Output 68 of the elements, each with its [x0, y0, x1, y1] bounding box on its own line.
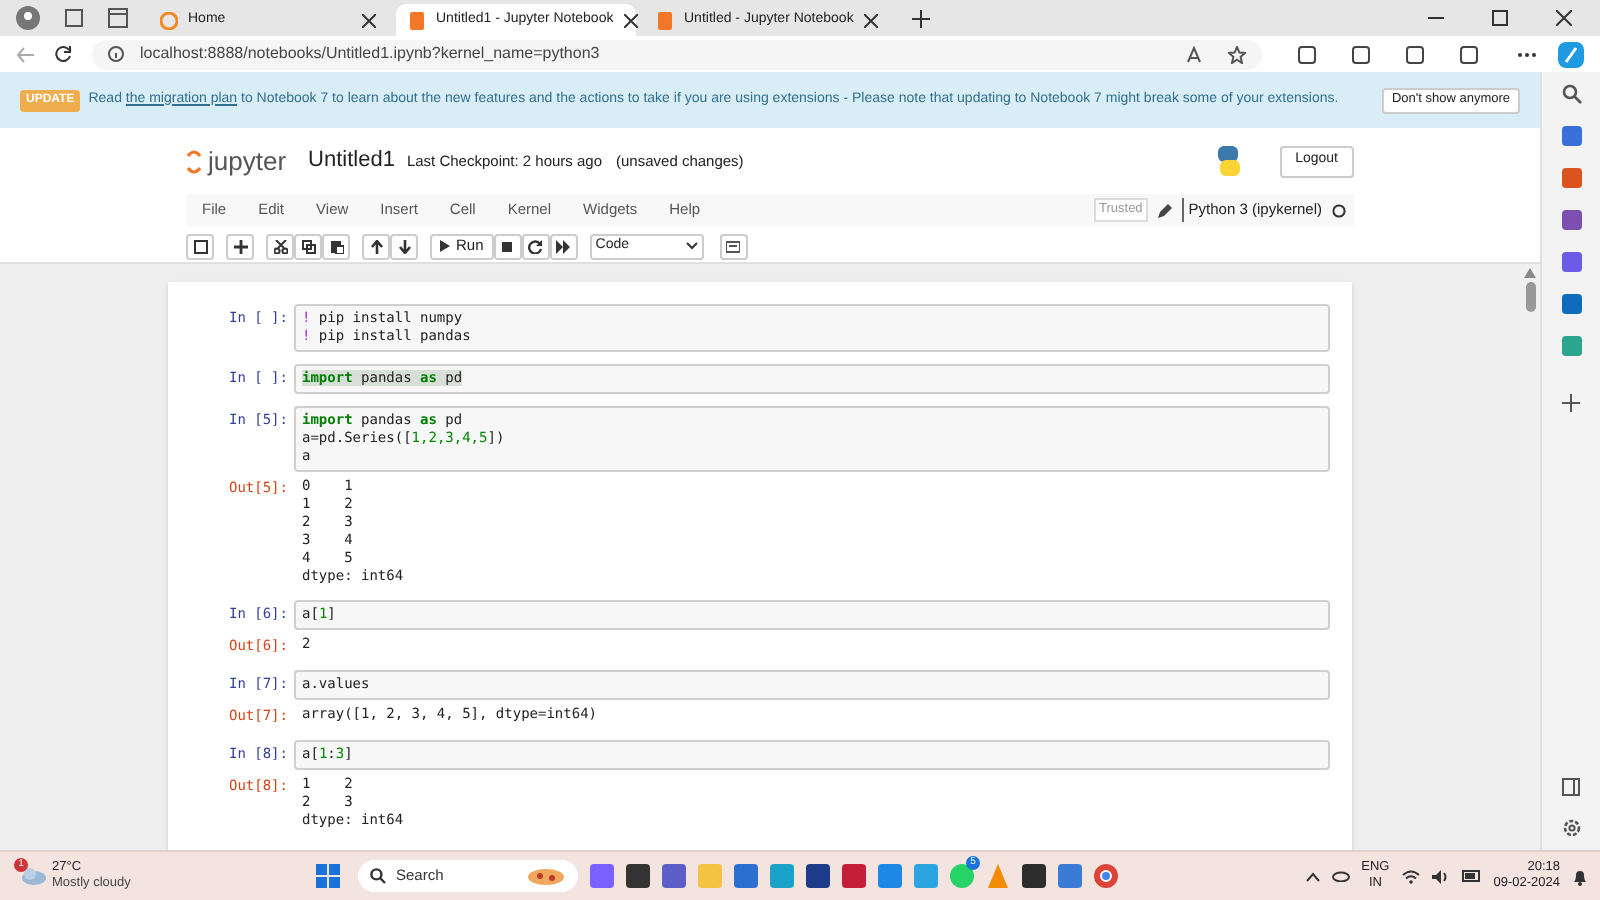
read-aloud-icon[interactable]: [1186, 45, 1204, 63]
copy-button[interactable]: [294, 233, 322, 259]
keyboard-button[interactable]: [719, 233, 748, 259]
bell-icon[interactable]: [1572, 867, 1588, 885]
favorites-icon[interactable]: [1352, 45, 1370, 63]
close-icon[interactable]: [362, 13, 376, 27]
star-icon[interactable]: [1228, 45, 1246, 63]
cloud-icon[interactable]: [20, 866, 46, 886]
add-cell-button[interactable]: [226, 233, 254, 259]
play-icon: [440, 240, 450, 252]
close-icon[interactable]: [1556, 10, 1572, 26]
move-down-icon: [397, 239, 411, 253]
restart-button[interactable]: [521, 233, 550, 259]
notebook-icon: [656, 11, 674, 29]
fast-forward-button[interactable]: [549, 233, 578, 259]
scroll-up-icon[interactable]: [1524, 268, 1536, 278]
scroll-thumb[interactable]: [1525, 282, 1535, 312]
chevron-up-icon[interactable]: [1305, 871, 1320, 881]
move-down-button[interactable]: [390, 233, 418, 259]
python-icon: [1213, 146, 1244, 176]
move-up-icon: [369, 239, 383, 253]
windows-start-icon[interactable]: [316, 864, 340, 888]
pizza-icon: [526, 867, 566, 885]
keyboard-icon: [726, 239, 741, 253]
profile-icon[interactable]: [16, 6, 40, 30]
close-icon[interactable]: [863, 13, 878, 27]
fast-forward-icon: [556, 239, 571, 253]
edge-icon: [160, 11, 178, 29]
maximize-icon[interactable]: [1492, 10, 1508, 26]
copilot-icon[interactable]: [1558, 41, 1584, 67]
new-tab-icon[interactable]: [912, 10, 930, 28]
save-button[interactable]: [186, 233, 214, 259]
paste-icon: [329, 239, 343, 253]
search-icon[interactable]: [1561, 84, 1581, 104]
performance-icon[interactable]: [1460, 45, 1478, 63]
pencil-icon[interactable]: [1158, 203, 1173, 217]
sidebar-toggle-icon[interactable]: [1562, 778, 1580, 796]
stop-button[interactable]: [493, 233, 522, 259]
cut-icon: [273, 239, 287, 253]
chrome-icon[interactable]: [1094, 864, 1118, 888]
notebook-name[interactable]: Untitled1: [308, 144, 395, 178]
tab-actions-icon[interactable]: [108, 8, 128, 28]
paste-button[interactable]: [322, 233, 350, 259]
move-up-button[interactable]: [362, 233, 390, 259]
stop-icon: [500, 239, 515, 253]
search-icon: [370, 868, 386, 884]
close-icon[interactable]: [623, 13, 638, 27]
copy-icon: [301, 239, 315, 253]
more-icon[interactable]: [1518, 51, 1536, 57]
battery-icon[interactable]: [1461, 870, 1482, 882]
add-icon[interactable]: [1562, 394, 1580, 412]
split-screen-icon[interactable]: [1298, 45, 1316, 63]
chevron-down-icon: [685, 242, 698, 250]
notebook-icon: [408, 11, 426, 29]
speaker-icon[interactable]: [1431, 869, 1450, 883]
cloud-outline-icon[interactable]: [1331, 870, 1350, 882]
wifi-icon[interactable]: [1401, 869, 1420, 883]
info-icon: [108, 46, 124, 62]
restart-icon: [528, 239, 543, 253]
save-icon: [193, 239, 207, 253]
address-field[interactable]: localhost:8888/notebooks/Untitled1.ipynb?kernel_name=python3: [92, 39, 1262, 69]
jupyter-logo[interactable]: jupyter: [186, 141, 287, 181]
settings-icon[interactable]: [1561, 818, 1581, 838]
cut-button[interactable]: [266, 233, 294, 259]
collections-icon[interactable]: [1406, 45, 1424, 63]
refresh-icon[interactable]: [54, 45, 72, 63]
add-cell-icon: [233, 239, 247, 253]
workspaces-icon[interactable]: [64, 8, 84, 28]
